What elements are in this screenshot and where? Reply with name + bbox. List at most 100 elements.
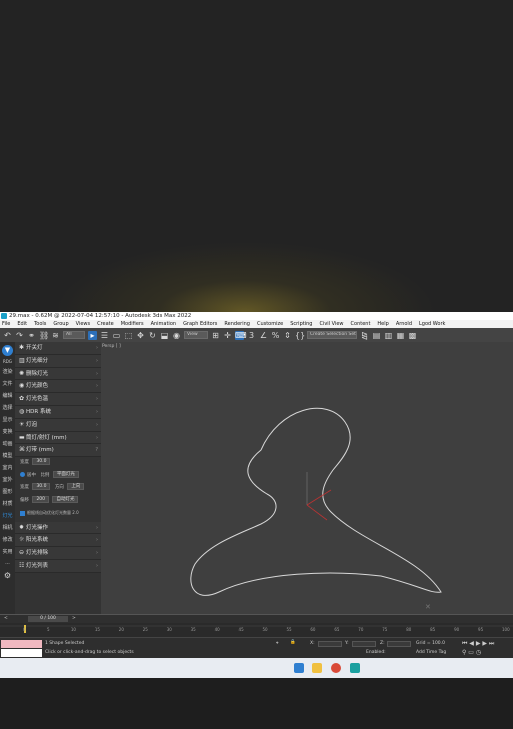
panel-row-switch-light[interactable]: ✱ 开关灯 › xyxy=(15,342,101,355)
window-crossing-icon[interactable]: ⬚ xyxy=(124,331,133,340)
panel-row-light-subdivision[interactable]: ▥灯光细分 › xyxy=(15,354,101,368)
playback-controls[interactable]: ⏮ ◀ ▶ ▶ ⏭ xyxy=(462,640,494,648)
angle-snap-icon[interactable]: ∠ xyxy=(259,331,268,340)
strip-item-shape[interactable]: 图形 xyxy=(0,486,15,498)
perspective-viewport[interactable]: Persp [ ] ✕ xyxy=(101,342,513,614)
strip-item-render[interactable]: 渲染 xyxy=(0,366,15,378)
y-coord-field[interactable] xyxy=(352,641,376,647)
align-icon[interactable]: ▤ xyxy=(372,331,381,340)
menu-modifiers[interactable]: Modifiers xyxy=(121,320,144,328)
panel-row-bulb[interactable]: ☀ 灯泡 › xyxy=(15,418,101,432)
width2-input[interactable]: 30.0 xyxy=(32,483,51,491)
strip-item-material[interactable]: 材质 xyxy=(0,498,15,510)
plugin-logo-icon[interactable]: ▼ xyxy=(2,345,13,356)
panel-row-color-temp[interactable]: ✿ 灯光色温 › xyxy=(15,393,101,406)
strip-item-file[interactable]: 文件 xyxy=(0,378,15,390)
key-mode-controls[interactable]: ⚲ ▭ ◷ xyxy=(462,649,481,656)
file-explorer-icon[interactable] xyxy=(312,663,322,673)
menu-civil-view[interactable]: Civil View xyxy=(319,320,343,328)
layer-explorer-icon[interactable]: ▥ xyxy=(384,331,393,340)
menu-create[interactable]: Create xyxy=(97,320,114,328)
maxscript-input[interactable] xyxy=(1,649,42,657)
rect-selection-icon[interactable]: ▭ xyxy=(112,331,121,340)
strip-item-modify[interactable]: 修改 xyxy=(0,534,15,546)
pivot-icon[interactable]: ⊞ xyxy=(211,331,220,340)
reference-coord-dropdown[interactable]: View xyxy=(184,331,208,339)
strip-item-animation[interactable]: 动画 xyxy=(0,438,15,450)
panel-row-hdr[interactable]: ◍ HDR 系统 › xyxy=(15,405,101,419)
menu-edit[interactable]: Edit xyxy=(17,320,27,328)
offset-input[interactable]: 200 xyxy=(32,495,50,503)
snap-toggle-icon[interactable]: 3 xyxy=(247,331,256,340)
strip-item-more[interactable]: ··· xyxy=(0,558,15,570)
menu-file[interactable]: File xyxy=(2,320,10,328)
chrome-icon[interactable] xyxy=(331,663,341,673)
strip-item-rdg[interactable]: RDG xyxy=(0,358,15,366)
track-bar[interactable]: 0 5 10 15 20 25 30 35 40 45 50 55 60 65 70 75 80 85 90 95 10… xyxy=(0,623,513,637)
strip-item-select[interactable]: 选择 xyxy=(0,402,15,414)
keyboard-shortcut-icon[interactable]: ⌨ xyxy=(235,330,247,340)
settings-gear-icon[interactable]: ⚙ xyxy=(0,570,15,582)
menu-content[interactable]: Content xyxy=(351,320,371,328)
strip-item-camera[interactable]: 相机 xyxy=(0,522,15,534)
selection-filter-dropdown[interactable]: All xyxy=(63,331,85,339)
menu-graph-editors[interactable]: Graph Editors xyxy=(183,320,217,328)
curve-editor-icon[interactable]: ▩ xyxy=(408,331,417,340)
strip-item-light[interactable]: 灯光 xyxy=(0,510,15,522)
plane-light-dropdown[interactable]: 平面灯光 xyxy=(52,470,79,478)
menu-tools[interactable]: Tools xyxy=(34,320,46,328)
menu-group[interactable]: Group xyxy=(53,320,68,328)
auto-light-button[interactable]: 自动灯光 xyxy=(52,495,79,503)
rotate-icon[interactable]: ↻ xyxy=(148,331,157,340)
menu-animation[interactable]: Animation xyxy=(151,320,177,328)
strip-item-transform[interactable]: 变换 xyxy=(0,426,15,438)
place-icon[interactable]: ◉ xyxy=(172,331,181,340)
panel-row-light-list[interactable]: ☷ 灯光列表 › xyxy=(15,560,101,573)
panel-row-light-exclude[interactable]: ⊖ 灯光排除 › xyxy=(15,547,101,561)
width-input[interactable]: 30.0 xyxy=(32,458,51,466)
prev-frame-icon[interactable]: < xyxy=(4,616,8,621)
menu-scripting[interactable]: Scripting xyxy=(290,320,312,328)
next-frame-icon[interactable]: > xyxy=(72,616,76,621)
link-icon[interactable]: ⚭ xyxy=(27,331,36,340)
unlink-icon[interactable]: ⛓ xyxy=(39,331,49,340)
panel-row-light-color[interactable]: ◉ 灯光颜色 › xyxy=(15,380,101,394)
center-radio[interactable] xyxy=(20,471,25,477)
spinner-snap-icon[interactable]: ⇕ xyxy=(283,331,292,340)
menu-rendering[interactable]: Rendering xyxy=(224,320,250,328)
add-time-tag[interactable]: Add Time Tag xyxy=(416,650,446,655)
select-manipulate-icon[interactable]: ✛ xyxy=(223,331,232,340)
panel-row-delete-light[interactable]: ✺ 删除灯光 › xyxy=(15,367,101,381)
strip-item-utility[interactable]: 实用 xyxy=(0,546,15,558)
panel-row-sun-system[interactable]: ☼ 阳光系统 › xyxy=(15,534,101,548)
optimize-value[interactable]: 2.0 xyxy=(72,510,78,515)
move-icon[interactable]: ✥ xyxy=(136,331,145,340)
3dsmax-taskbar-icon[interactable] xyxy=(350,663,360,673)
z-coord-field[interactable] xyxy=(387,641,411,647)
strip-item-interior[interactable]: 室内 xyxy=(0,462,15,474)
windows-start-icon[interactable] xyxy=(294,663,304,673)
strip-item-edit[interactable]: 编辑 xyxy=(0,390,15,402)
panel-row-downlight[interactable]: ▬筒灯/射灯 (mm) › xyxy=(15,431,101,445)
strip-item-model[interactable]: 模型 xyxy=(0,450,15,462)
named-selection-dropdown[interactable]: Create Selection Set xyxy=(307,331,357,339)
strip-item-exterior[interactable]: 室外 xyxy=(0,474,15,486)
strip-item-display[interactable]: 显示 xyxy=(0,414,15,426)
spline-shape[interactable] xyxy=(190,407,442,596)
edit-named-selection-icon[interactable]: {} xyxy=(295,331,305,340)
menu-lgod-work[interactable]: Lgod Work xyxy=(419,320,445,328)
panel-row-light-ops[interactable]: ✸ 灯光操作 › xyxy=(15,521,101,535)
scale-icon[interactable]: ⬓ xyxy=(160,331,169,340)
time-slider[interactable]: 0 / 100 xyxy=(28,616,68,622)
percent-snap-icon[interactable]: % xyxy=(271,331,280,340)
menu-arnold[interactable]: Arnold xyxy=(396,320,412,328)
redo-icon[interactable]: ↷ xyxy=(15,331,24,340)
isolate-icon[interactable]: ⌖ xyxy=(276,640,279,646)
select-by-name-icon[interactable]: ☰ xyxy=(100,331,109,340)
bind-spacewarp-icon[interactable]: ≋ xyxy=(51,331,60,340)
menu-help[interactable]: Help xyxy=(377,320,388,328)
mirror-icon[interactable]: ⧎ xyxy=(360,331,369,340)
x-coord-field[interactable] xyxy=(318,641,342,647)
menu-customize[interactable]: Customize xyxy=(257,320,283,328)
maxscript-listener[interactable] xyxy=(1,640,42,648)
